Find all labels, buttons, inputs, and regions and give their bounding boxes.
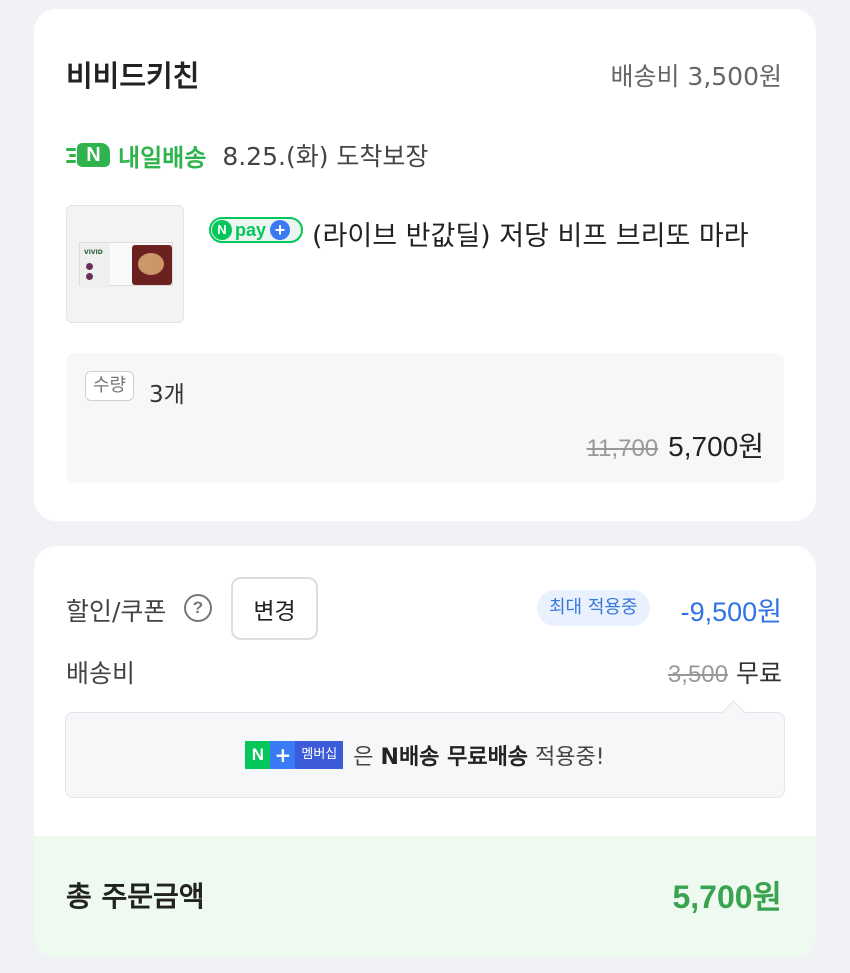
membership-text-pre: 은 (353, 745, 374, 770)
n-icon: N (245, 741, 271, 769)
discount-amount: -9,500원 (680, 597, 782, 627)
total-label: 총 주문금액 (66, 880, 205, 913)
original-price: 11,700 (586, 435, 659, 462)
npay-plus-badge: N pay + (209, 217, 303, 243)
product-title[interactable]: (라이브 반값딜) 저당 비프 브리또 마라 (312, 214, 749, 253)
product-package-image: VIVID (79, 242, 173, 287)
store-order-card: 비비드키친 배송비 3,500원 N 내일배송 8.25.(화) 도착보장 VI… (34, 9, 816, 521)
membership-text: 은 N배송 무료배송 적용중! (353, 739, 604, 771)
shipping-fee-summary-label: 배송비 (66, 659, 136, 688)
tomorrow-delivery-label: 내일배송 (118, 143, 207, 172)
shipping-original-fee: 3,500 (667, 661, 728, 688)
membership-text-post: 적용중! (535, 745, 605, 770)
shipping-fee-label: 배송비 3,500원 (610, 62, 782, 91)
product-brand-logo: VIVID (84, 249, 103, 256)
max-applied-badge: 최대 적용중 (537, 590, 650, 626)
payment-summary-card: 할인/쿠폰 ? 변경 최대 적용중 -9,500원 배송비 3,500 무료 N… (34, 546, 816, 958)
nplus-membership-badge: N + 멤버십 (245, 741, 344, 769)
total-bar: 총 주문금액 5,700원 (34, 836, 816, 958)
change-coupon-button[interactable]: 변경 (231, 577, 318, 640)
product-thumbnail[interactable]: VIVID (66, 205, 184, 323)
quantity-tag: 수량 (85, 371, 135, 401)
quantity-price-box: 수량 3개 11,700 5,700원 (66, 353, 784, 483)
delivery-truck-icon: N (66, 140, 112, 170)
quantity-value: 3개 (149, 382, 185, 408)
shipping-free-label: 무료 (735, 659, 782, 688)
membership-text-bold: N배송 무료배송 (380, 745, 529, 770)
npay-n-icon: N (212, 220, 232, 240)
membership-notice: N + 멤버십 은 N배송 무료배송 적용중! (65, 712, 785, 798)
plus-icon: + (270, 741, 296, 769)
store-name[interactable]: 비비드키친 (66, 53, 199, 95)
delivery-info: N 내일배송 8.25.(화) 도착보장 (66, 137, 428, 173)
npay-pay-text: pay (235, 219, 267, 240)
membership-line: N + 멤버십 은 N배송 무료배송 적용중! (66, 739, 784, 771)
discount-coupon-label: 할인/쿠폰 (66, 597, 167, 626)
arrival-guarantee: 8.25.(화) 도착보장 (222, 142, 429, 171)
price-row: 11,700 5,700원 (587, 425, 764, 465)
final-price: 5,700원 (668, 431, 764, 462)
shipping-fee-summary: 3,500 무료 (668, 654, 782, 690)
membership-label: 멤버십 (295, 741, 344, 769)
plus-icon: + (270, 220, 291, 240)
total-amount: 5,700원 (672, 879, 782, 915)
help-icon[interactable]: ? (184, 594, 212, 622)
delivery-badge-letter: N (77, 143, 110, 167)
